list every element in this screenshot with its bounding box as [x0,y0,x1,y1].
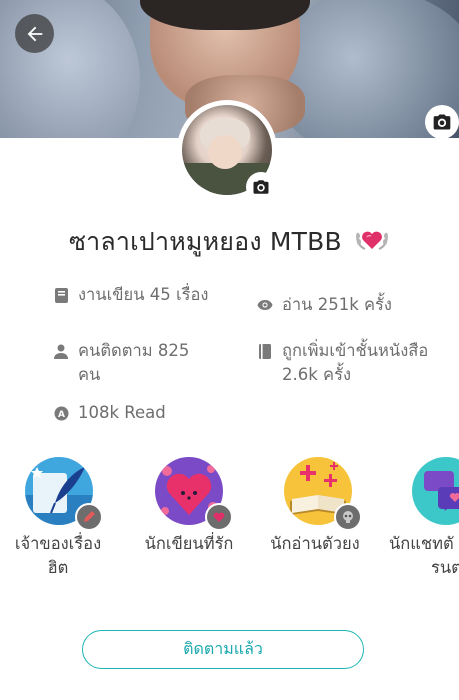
svg-text:A: A [58,410,65,420]
heart-icon [205,503,233,531]
stat-works: งานเขียน 45 เรื่อง [52,283,212,307]
profile-name-text: ซาลาเปาหมูหยอง MTBB [69,227,342,256]
badge-label-chatter: นักแชทตั รนต [389,534,459,577]
change-avatar-button[interactable] [246,172,276,202]
arrow-left-icon [27,26,42,41]
back-button[interactable] [15,14,54,53]
read-badge-icon: A [52,401,70,425]
chat-bubble-icon [412,457,459,525]
skull-icon [334,503,362,531]
badge-chatter[interactable] [402,457,459,527]
camera-icon [433,114,451,130]
badge-hit-owner[interactable] [15,457,103,531]
profile-name: ซาลาเปาหมูหยอง MTBB [0,222,459,262]
eye-icon [256,293,274,317]
badge-avid-reader[interactable] [274,457,362,531]
stat-read-count: A 108k Read [52,401,252,425]
stat-reads: อ่าน 251k ครั้ง [256,293,436,317]
following-button[interactable]: ติดตามแล้ว [82,630,364,669]
bookshelf-icon [256,339,274,363]
book-icon [52,283,70,307]
badge-beloved-writer[interactable] [145,457,233,531]
pencil-icon [75,503,103,531]
badge-label-avid-reader: นักอ่านตัวยง [270,534,360,553]
change-cover-button[interactable] [425,105,459,139]
camera-icon [253,180,269,194]
stat-library-adds: ถูกเพิ่มเข้าชั้นหนังสือ 2.6k ครั้ง [256,339,446,387]
stat-followers: คนติดตาม 825 คน [52,339,212,387]
heart-laurel-icon [354,227,390,259]
person-icon [52,339,70,363]
badge-label-hit-owner: เจ้าของเรื่อง ฮิต [14,534,102,577]
badge-label-beloved-writer: นักเขียนที่รัก [144,534,234,553]
